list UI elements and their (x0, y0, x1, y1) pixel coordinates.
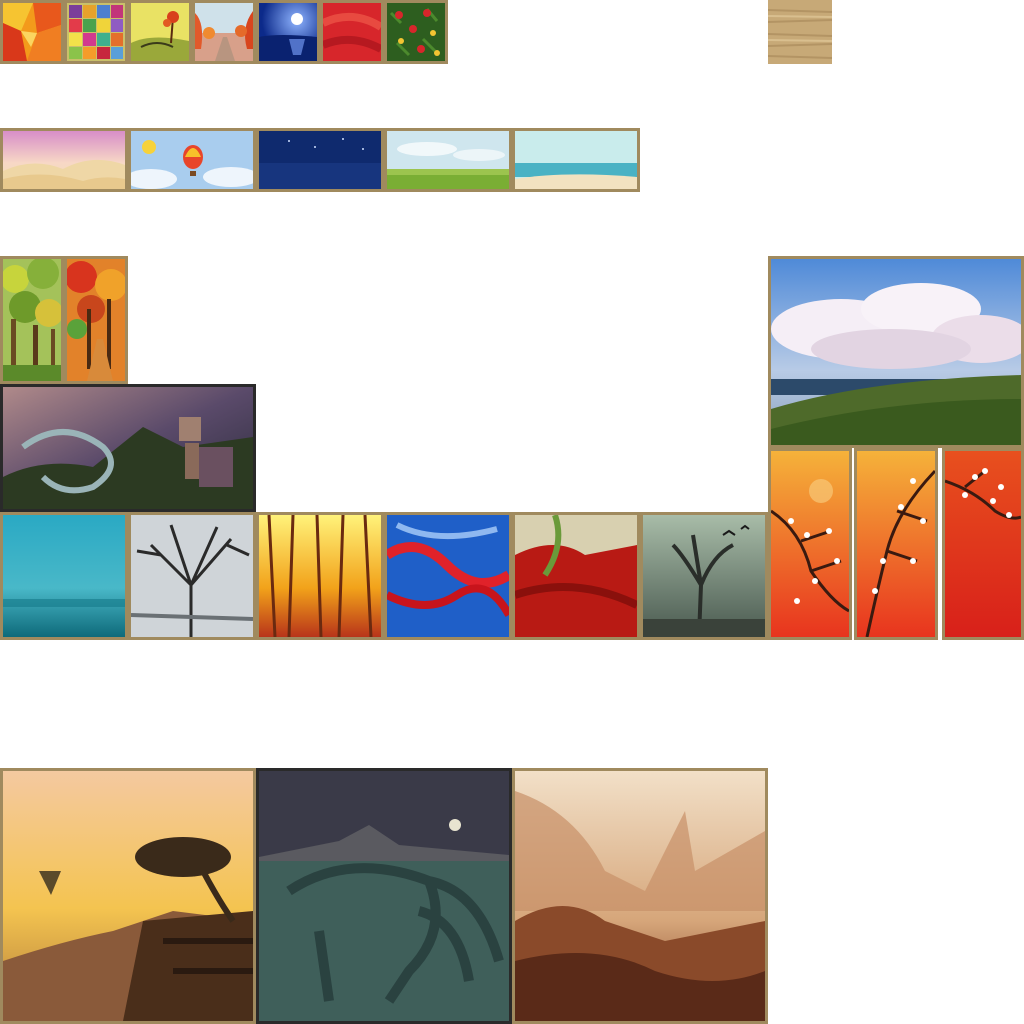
painting-yellow-landscape (128, 0, 192, 64)
painting-cherry-blossom-middle (854, 448, 938, 640)
painting-cherry-blossom-left (768, 448, 852, 640)
painting-teal-fog (0, 512, 128, 640)
painting-blue-red-abstract (384, 512, 512, 640)
painting-golden-forest (256, 512, 384, 640)
painting-meadow (384, 128, 512, 192)
painting-dragon-warrior (0, 384, 256, 512)
painting-cherry-blossom-right (942, 448, 1024, 640)
painting-pink-dunes (0, 128, 128, 192)
painting-dead-tree-bats (640, 512, 768, 640)
painting-autumn-forest (64, 256, 128, 384)
painting-mammoth-lake (256, 768, 512, 1024)
painting-red-flowers (384, 0, 448, 64)
painting-beach (512, 128, 640, 192)
painting-hot-air-balloon (128, 128, 256, 192)
painting-cloud-landscape (768, 256, 1024, 448)
painting-color-grid (64, 0, 128, 64)
painting-warm-abstract (0, 0, 64, 64)
painting-night-sea (256, 128, 384, 192)
wood-plank-texture (768, 0, 832, 64)
painting-sepia-canyon (512, 768, 768, 1024)
painting-green-forest (0, 256, 64, 384)
painting-red-abstract (320, 0, 384, 64)
painting-moonlit-sea (256, 0, 320, 64)
painting-red-swirl (512, 512, 640, 640)
painting-floating-island (0, 768, 256, 1024)
painting-autumn-road (192, 0, 256, 64)
painting-grey-tree (128, 512, 256, 640)
